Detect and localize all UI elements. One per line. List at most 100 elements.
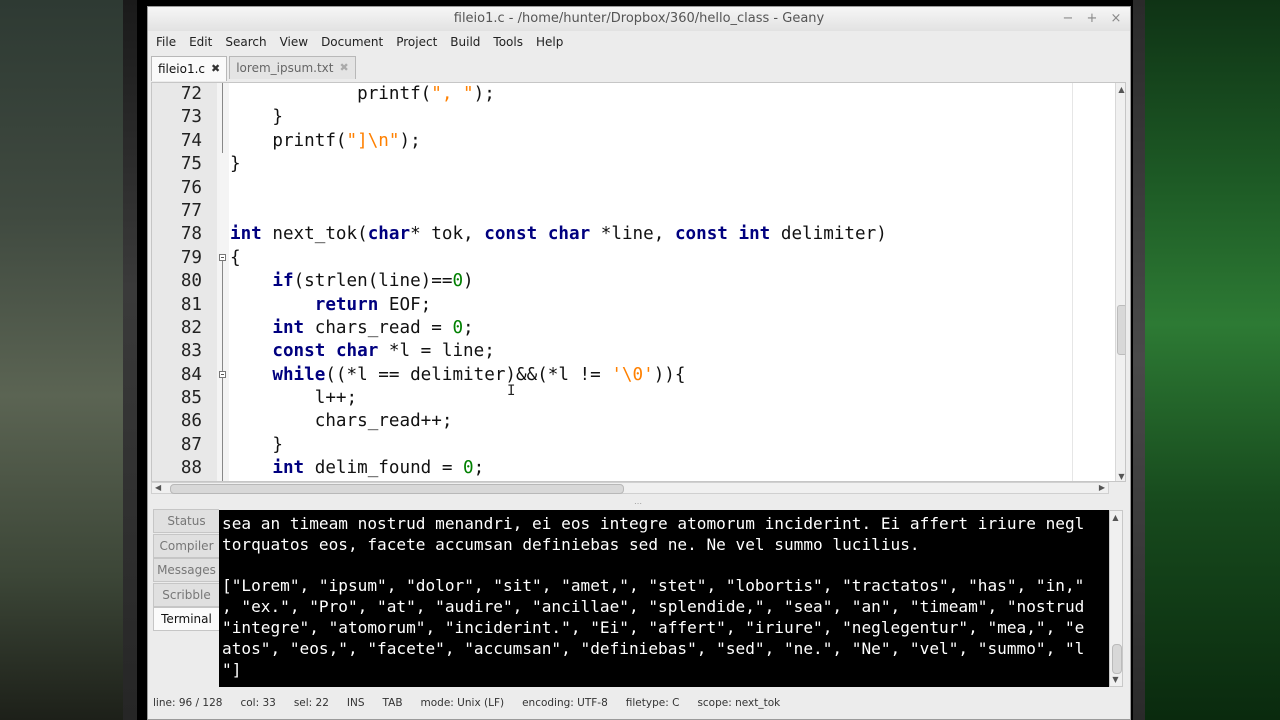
line-number: 74 — [180, 130, 202, 151]
menu-document[interactable]: Document — [316, 35, 388, 49]
scroll-up-icon[interactable]: ▲ — [1116, 85, 1125, 94]
code-text: l++; — [230, 388, 358, 409]
code-text: if(strlen(line)==0) — [272, 271, 474, 292]
status-col: col: 33 — [240, 697, 276, 709]
close-tab-icon[interactable]: ✖ — [211, 58, 220, 80]
code-line[interactable]: 86 chars_read++; — [152, 410, 1112, 433]
tab-label: fileio1.c — [158, 62, 205, 76]
code-line[interactable]: 73 } — [152, 106, 1112, 129]
code-text: int chars_read = 0; — [272, 317, 474, 338]
line-number: 72 — [180, 84, 202, 104]
code-line[interactable]: 74 printf("]\n"); — [152, 130, 1112, 153]
code-line[interactable]: 82 int chars_read = 0; — [152, 317, 1112, 340]
line-number: 79 — [180, 247, 202, 268]
code-editor[interactable]: 72 printf(", "); 73 } 74 printf("]\n"); 75}… — [151, 82, 1126, 482]
code-line[interactable]: 84 while((*l == delimiter)&&(*l != '\0')… — [152, 364, 1112, 387]
scrollbar-thumb[interactable] — [170, 484, 624, 494]
menu-view[interactable]: View — [275, 35, 313, 49]
status-bar: line: 96 / 128 col: 33 sel: 22 INS TAB m… — [148, 693, 1135, 713]
code-text: } — [230, 434, 283, 455]
maximize-icon[interactable]: + — [1086, 7, 1098, 31]
status-encoding: encoding: UTF-8 — [522, 697, 608, 709]
terminal-scrollbar[interactable]: ▲ ▼ — [1109, 510, 1123, 687]
close-icon[interactable]: × — [1110, 7, 1122, 31]
message-window-tabs: Status Compiler Messages Scribble Termin… — [153, 509, 219, 632]
editor-vertical-scrollbar[interactable]: ▲ ▼ — [1115, 83, 1125, 481]
code-line[interactable]: 79 { — [152, 247, 1112, 270]
scroll-up-icon[interactable]: ▲ — [1110, 513, 1121, 522]
code-line[interactable]: 77 — [152, 200, 1112, 223]
line-number: 83 — [180, 341, 202, 362]
code-line[interactable]: 75} — [152, 153, 1112, 176]
status-sel: sel: 22 — [293, 697, 329, 709]
status-line: line: 96 / 128 — [153, 697, 223, 709]
window-title: fileio1.c - /home/hunter/Dropbox/360/hel… — [453, 11, 825, 26]
window-controls: − + × — [1062, 7, 1122, 31]
status-filetype: filetype: C — [625, 697, 680, 709]
line-number: 85 — [180, 388, 202, 409]
code-text: while((*l == delimiter)&&(*l != '\0')){ — [272, 364, 686, 385]
scrollbar-thumb[interactable] — [1117, 305, 1125, 355]
tab-compiler[interactable]: Compiler — [153, 533, 219, 558]
scrollbar-thumb[interactable] — [1112, 644, 1122, 674]
tab-terminal[interactable]: Terminal — [153, 607, 219, 631]
menu-project[interactable]: Project — [391, 35, 442, 49]
desktop-background-right — [1133, 0, 1280, 720]
line-number: 77 — [180, 200, 202, 221]
code-line[interactable]: 78 int next_tok(char* tok, const char *li… — [152, 223, 1112, 246]
status-tab: TAB — [382, 697, 403, 709]
code-text: int delim_found = 0; — [272, 458, 485, 479]
tab-fileio1-c[interactable]: fileio1.c ✖ — [151, 56, 228, 81]
tab-messages[interactable]: Messages — [153, 558, 219, 582]
pane-splitter-handle[interactable]: ⋯ — [634, 499, 642, 508]
code-text: printf(", "); — [230, 84, 495, 104]
status-mode: mode: Unix (LF) — [420, 697, 505, 709]
tab-lorem-ipsum-txt[interactable]: lorem_ipsum.txt ✖ — [229, 56, 356, 79]
minimize-icon[interactable]: − — [1062, 7, 1074, 31]
line-number: 87 — [180, 434, 202, 455]
code-line[interactable]: 87 } — [152, 434, 1112, 457]
status-scope: scope: next_tok — [697, 697, 781, 709]
code-text: int next_tok(char* tok, const char *line… — [230, 224, 887, 245]
line-number: 86 — [180, 411, 202, 432]
menu-edit[interactable]: Edit — [184, 35, 217, 49]
terminal-panel[interactable]: sea an timeam nostrud menandri, ei eos i… — [219, 510, 1109, 687]
terminal-output: sea an timeam nostrud menandri, ei eos i… — [222, 514, 1085, 679]
menu-build[interactable]: Build — [445, 35, 485, 49]
code-line[interactable]: 72 printf(", "); — [152, 83, 1112, 106]
code-line[interactable]: 88 int delim_found = 0; — [152, 457, 1112, 480]
menu-search[interactable]: Search — [220, 35, 271, 49]
document-tabs: fileio1.c ✖ lorem_ipsum.txt ✖ — [151, 56, 358, 81]
tab-status[interactable]: Status — [153, 509, 219, 533]
code-text: return EOF; — [314, 294, 432, 315]
scroll-right-icon[interactable]: ▶ — [1099, 483, 1105, 493]
menu-file[interactable]: File — [151, 35, 181, 49]
fold-toggle-icon[interactable] — [219, 370, 226, 378]
line-number: 80 — [180, 271, 202, 292]
line-number: 78 — [180, 224, 202, 245]
close-tab-icon[interactable]: ✖ — [339, 57, 348, 79]
code-lines: 72 printf(", "); 73 } 74 printf("]\n"); 75}… — [152, 83, 1112, 481]
code-line[interactable]: 85 l++; — [152, 387, 1112, 410]
fold-toggle-icon[interactable] — [219, 253, 226, 261]
code-text: const char *l = line; — [272, 341, 495, 362]
line-number: 84 — [180, 364, 202, 385]
line-number: 88 — [180, 458, 202, 479]
status-ins: INS — [346, 697, 365, 709]
scroll-down-icon[interactable]: ▼ — [1110, 675, 1121, 684]
code-text: chars_read++; — [230, 411, 453, 432]
scroll-left-icon[interactable]: ◀ — [155, 483, 161, 493]
tab-scribble[interactable]: Scribble — [153, 582, 219, 607]
tab-label: lorem_ipsum.txt — [236, 61, 334, 75]
menu-tools[interactable]: Tools — [488, 35, 528, 49]
code-line[interactable]: 81 return EOF; — [152, 294, 1112, 317]
geany-window: fileio1.c - /home/hunter/Dropbox/360/hel… — [147, 6, 1131, 720]
code-line[interactable]: 83 const char *l = line; — [152, 340, 1112, 363]
editor-horizontal-scrollbar[interactable]: ◀ ▶ — [151, 482, 1109, 494]
code-line[interactable]: 76 — [152, 177, 1112, 200]
line-number: 76 — [180, 177, 202, 198]
code-line[interactable]: 80 if(strlen(line)==0) — [152, 270, 1112, 293]
scroll-down-icon[interactable]: ▼ — [1116, 472, 1125, 481]
code-text: } — [230, 107, 283, 128]
menu-help[interactable]: Help — [531, 35, 568, 49]
